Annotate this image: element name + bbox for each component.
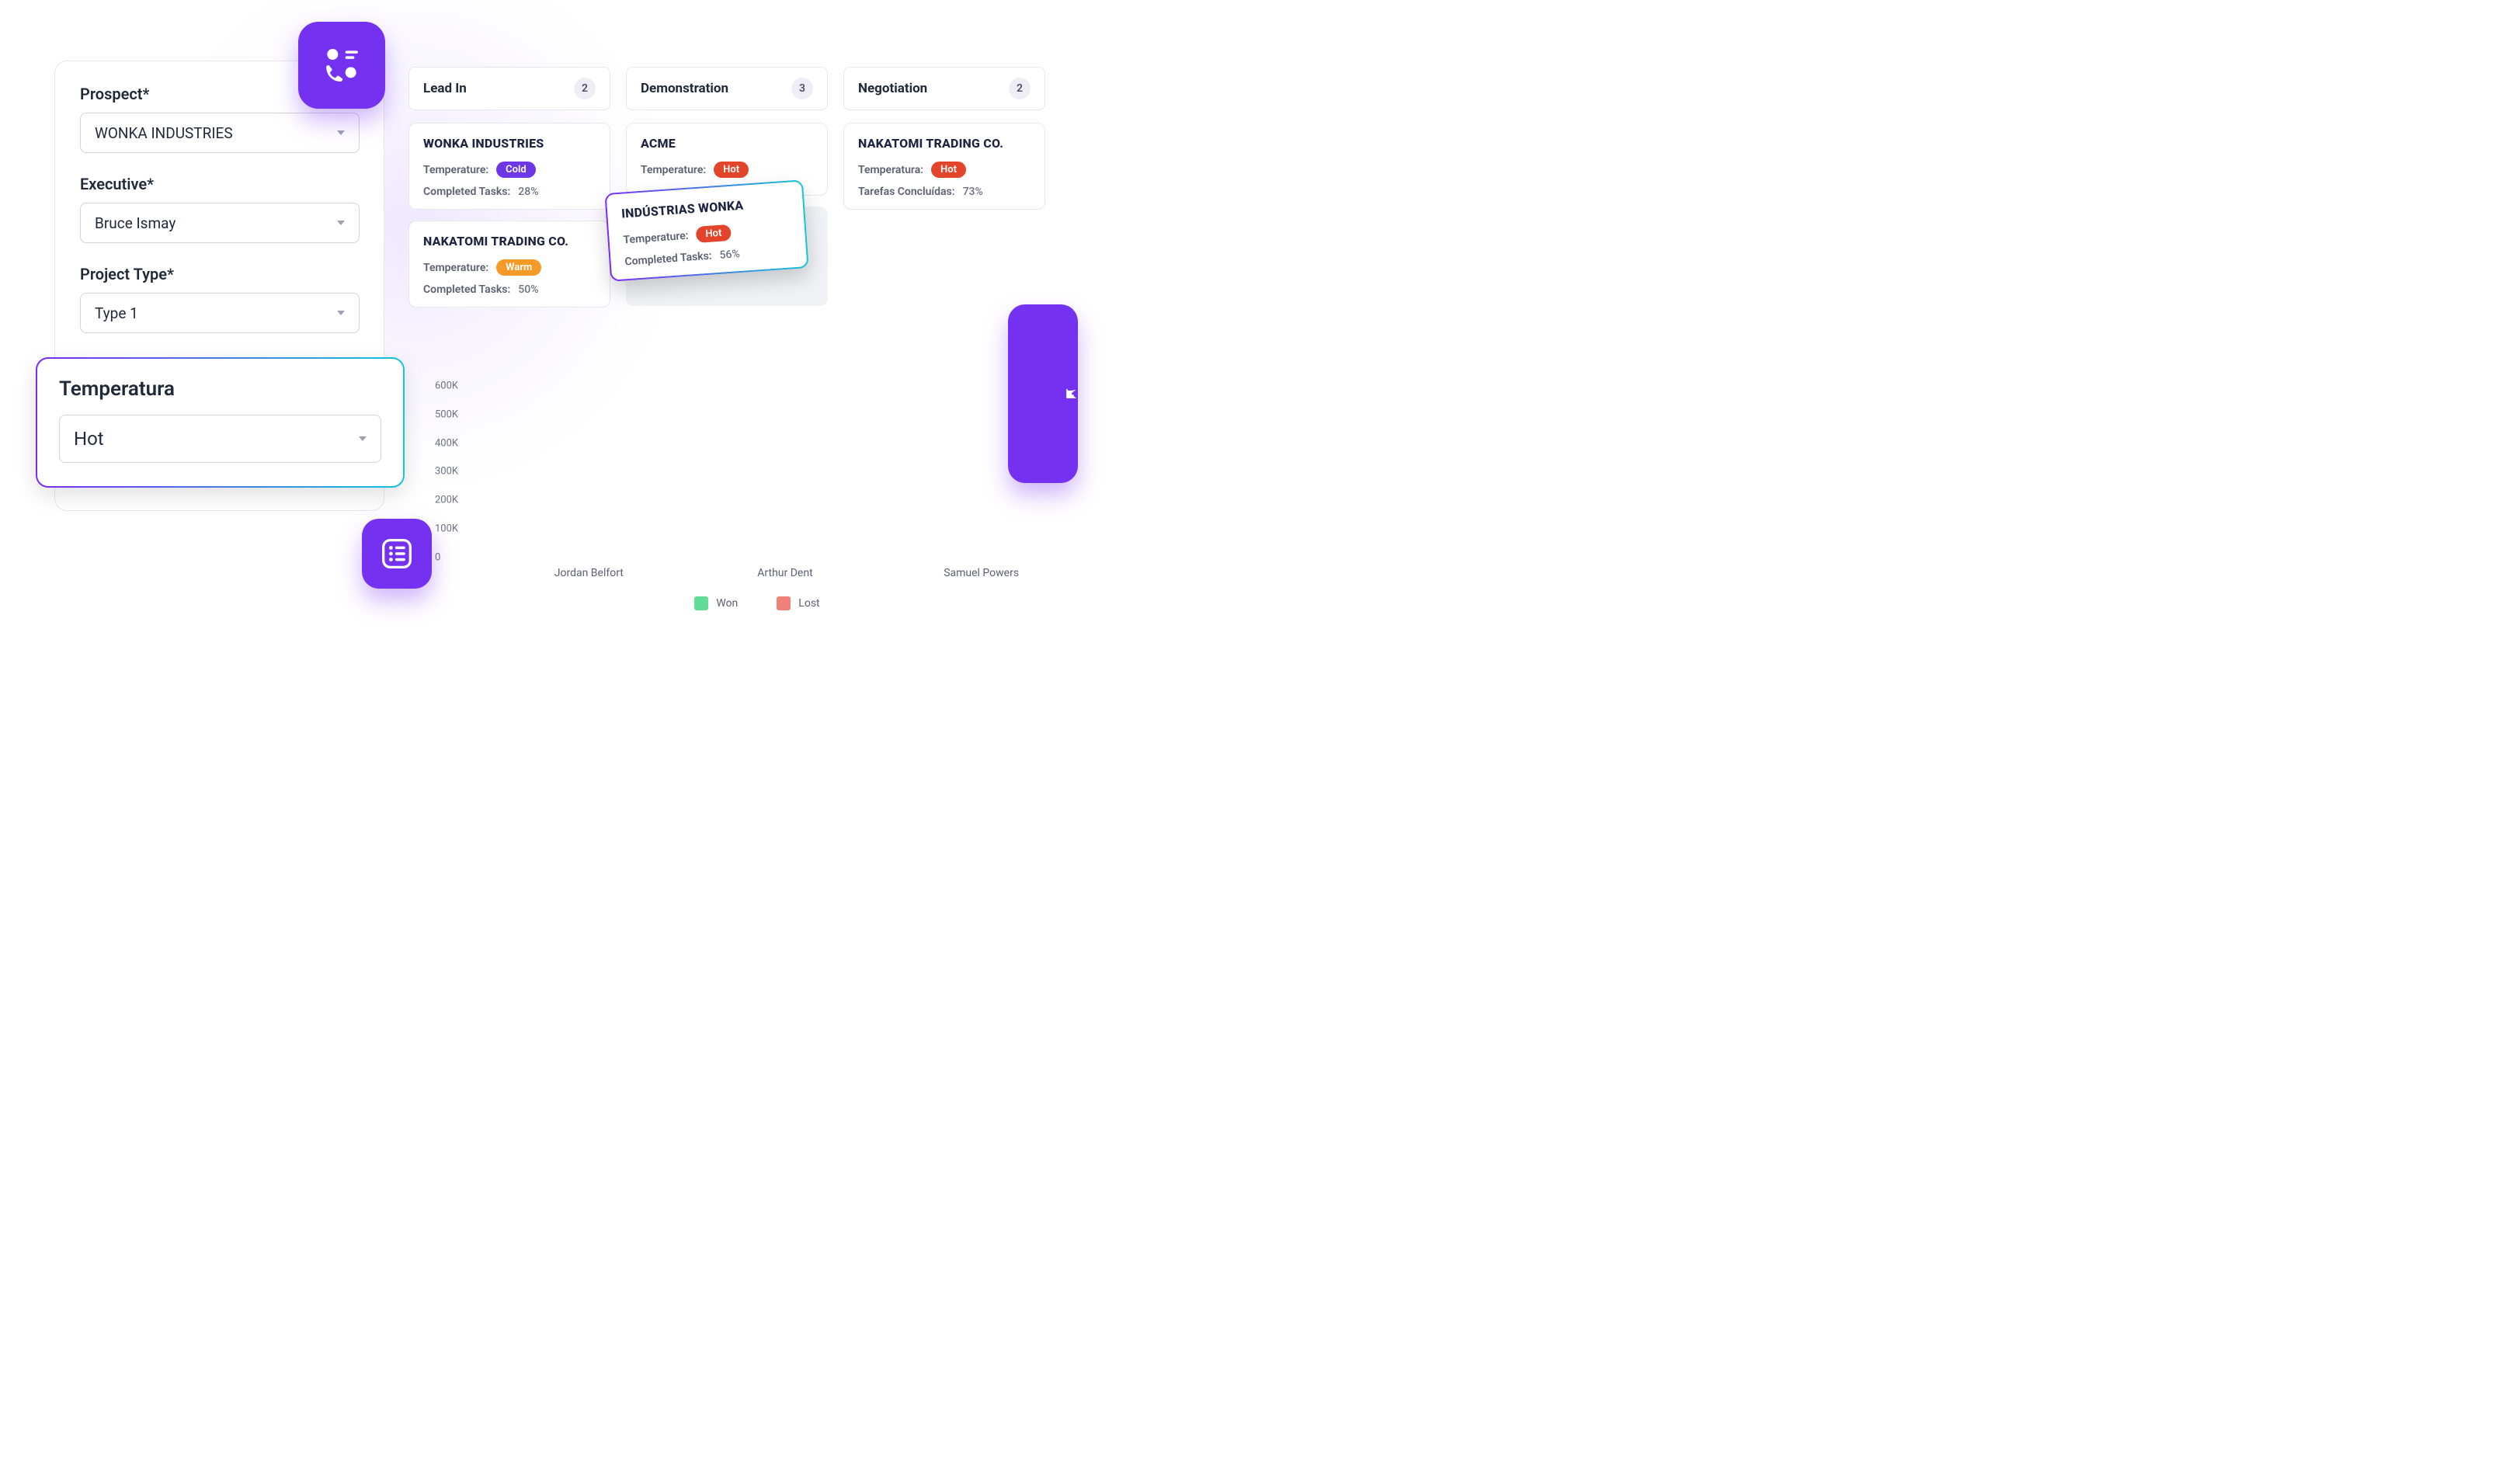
chart-icon: [1008, 304, 1078, 483]
card-company: WONKA INDUSTRIES: [423, 136, 596, 151]
completed-value: 50%: [518, 283, 538, 296]
chevron-down-icon: [337, 130, 345, 135]
completed-key: Completed Tasks:: [423, 186, 510, 198]
temperature-key: Temperature:: [641, 164, 706, 176]
list-icon: [362, 519, 432, 589]
legend-swatch-won: [694, 596, 708, 610]
x-label: Jordan Belfort: [511, 567, 666, 579]
column-header[interactable]: Demonstration 3: [626, 67, 828, 110]
chevron-down-icon: [359, 436, 367, 441]
temperature-pill: Hot: [714, 162, 749, 178]
y-tick: 300K: [435, 466, 458, 478]
pipeline-column-lead-in: Lead In 2 WONKA INDUSTRIES Temperature: …: [408, 67, 610, 318]
column-count: 2: [1009, 78, 1031, 99]
floating-card[interactable]: INDÚSTRIAS WONKA Temperature: Hot Comple…: [604, 179, 808, 282]
completed-value: 28%: [518, 186, 538, 198]
temperature-key: Temperature:: [423, 164, 488, 176]
pipeline-card[interactable]: NAKATOMI TRADING CO. Temperature: Warm C…: [408, 221, 610, 308]
chart-legend: Won Lost: [435, 596, 1079, 610]
chevron-down-icon: [337, 221, 345, 225]
completed-key: Completed Tasks:: [423, 283, 510, 296]
x-label: Arthur Dent: [707, 567, 863, 579]
completed-value: 56%: [719, 248, 740, 262]
y-tick: 400K: [435, 437, 458, 449]
chevron-down-icon: [337, 311, 345, 315]
temperature-pill: Hot: [696, 224, 732, 243]
column-count: 2: [574, 78, 596, 99]
card-company: ACME: [641, 136, 813, 151]
pipeline-card[interactable]: NAKATOMI TRADING CO. Temperatura: Hot Ta…: [843, 123, 1045, 210]
legend-label-won: Won: [716, 597, 738, 610]
executive-value: Bruce Ismay: [95, 214, 176, 232]
temperature-key: Temperature:: [423, 262, 488, 274]
executive-label: Executive*: [80, 175, 359, 193]
temperature-pill: Hot: [931, 162, 966, 178]
bar-chart: 600K 500K 400K 300K 200K 100K 0 Jordan B…: [435, 381, 1079, 610]
completed-key: Completed Tasks:: [624, 250, 712, 269]
prospect-value: WONKA INDUSTRIES: [95, 124, 233, 142]
completed-key: Tarefas Concluídas:: [858, 186, 955, 198]
y-tick: 200K: [435, 495, 458, 506]
legend-swatch-lost: [777, 596, 791, 610]
y-tick: 100K: [435, 523, 458, 534]
temperature-key: Temperatura:: [858, 164, 923, 176]
temperature-pill: Cold: [496, 162, 536, 178]
column-header[interactable]: Negotiation 2: [843, 67, 1045, 110]
temperature-label: Temperatura: [59, 377, 381, 401]
column-title: Lead In: [423, 81, 467, 96]
project-type-label: Project Type*: [80, 265, 359, 283]
card-company: NAKATOMI TRADING CO.: [858, 136, 1031, 151]
card-company: INDÚSTRIAS WONKA: [621, 195, 790, 221]
card-company: NAKATOMI TRADING CO.: [423, 234, 596, 248]
y-tick: 600K: [435, 380, 458, 391]
temperature-value: Hot: [74, 428, 104, 450]
legend-label-lost: Lost: [798, 597, 819, 610]
temperature-pill: Warm: [496, 259, 541, 276]
executive-select[interactable]: Bruce Ismay: [80, 203, 360, 243]
temperature-panel: Temperatura Hot: [36, 357, 405, 488]
x-label: Samuel Powers: [904, 567, 1059, 579]
contacts-icon: [298, 22, 385, 109]
y-tick: 0: [435, 551, 440, 563]
temperature-key: Temperature:: [623, 229, 689, 246]
pipeline-card[interactable]: WONKA INDUSTRIES Temperature: Cold Compl…: [408, 123, 610, 210]
column-title: Demonstration: [641, 81, 728, 96]
project-type-select[interactable]: Type 1: [80, 293, 360, 333]
completed-value: 73%: [963, 186, 983, 198]
temperature-select[interactable]: Hot: [59, 415, 381, 463]
pipeline-column-negotiation: Negotiation 2 NAKATOMI TRADING CO. Tempe…: [843, 67, 1045, 318]
column-header[interactable]: Lead In 2: [408, 67, 610, 110]
project-type-value: Type 1: [95, 304, 138, 322]
column-title: Negotiation: [858, 81, 927, 96]
prospect-select[interactable]: WONKA INDUSTRIES: [80, 113, 360, 153]
column-count: 3: [791, 78, 813, 99]
y-tick: 500K: [435, 408, 458, 420]
